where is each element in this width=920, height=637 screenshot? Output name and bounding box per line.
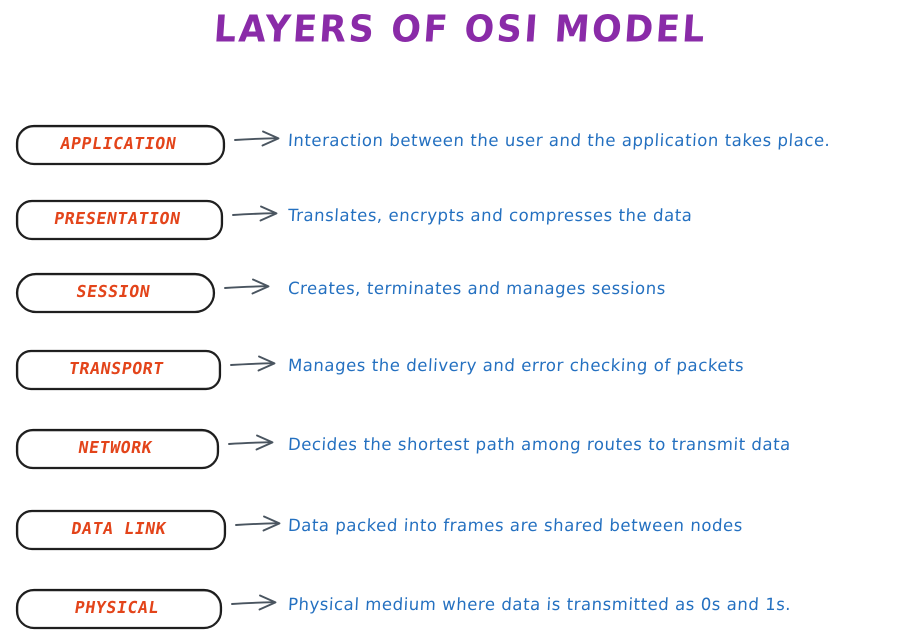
right-arrow-icon — [231, 201, 287, 227]
layer-description: Creates, terminates and manages sessions — [287, 278, 667, 299]
layer-box[interactable]: TRANSPORT — [15, 349, 222, 391]
layer-row: SESSION Creates, terminates and manages s… — [0, 268, 920, 314]
right-arrow-icon — [230, 590, 286, 616]
layer-name: TRANSPORT — [67, 358, 166, 378]
layer-description: Manages the delivery and error checking … — [287, 355, 745, 376]
layer-name: PHYSICAL — [73, 597, 161, 617]
layer-box[interactable]: SESSION — [15, 272, 216, 314]
layer-name: SESSION — [75, 281, 152, 301]
layer-description: Translates, encrypts and compresses the … — [287, 205, 693, 226]
layer-box[interactable]: PHYSICAL — [15, 588, 223, 630]
layer-description: Data packed into frames are shared betwe… — [287, 515, 744, 536]
layer-row: DATA LINK Data packed into frames are sha… — [0, 505, 920, 551]
layer-box[interactable]: PRESENTATION — [15, 199, 224, 241]
layer-row: NETWORK Decides the shortest path among r… — [0, 424, 920, 470]
layer-description: Decides the shortest path among routes t… — [287, 434, 792, 455]
right-arrow-icon — [234, 511, 290, 537]
layer-name: DATA LINK — [70, 518, 168, 538]
right-arrow-icon — [233, 126, 289, 152]
right-arrow-icon — [227, 430, 283, 456]
layer-row: PHYSICAL Physical medium where data is tr… — [0, 584, 920, 630]
layer-box[interactable]: APPLICATION — [15, 124, 226, 166]
osi-layers-diagram: APPLICATION Interaction between the user … — [0, 0, 920, 637]
layer-box[interactable]: DATA LINK — [15, 509, 227, 551]
layer-description: Interaction between the user and the app… — [287, 130, 832, 151]
layer-name: APPLICATION — [59, 133, 178, 153]
layer-name: NETWORK — [77, 437, 154, 457]
layer-name: PRESENTATION — [52, 208, 183, 228]
layer-row: PRESENTATION Translates, encrypts and com… — [0, 195, 920, 241]
layer-box[interactable]: NETWORK — [15, 428, 220, 470]
layer-row: TRANSPORT Manages the delivery and error … — [0, 345, 920, 391]
right-arrow-icon — [229, 351, 285, 377]
layer-row: APPLICATION Interaction between the user … — [0, 120, 920, 166]
layer-description: Physical medium where data is transmitte… — [287, 594, 792, 615]
right-arrow-icon — [223, 274, 279, 300]
